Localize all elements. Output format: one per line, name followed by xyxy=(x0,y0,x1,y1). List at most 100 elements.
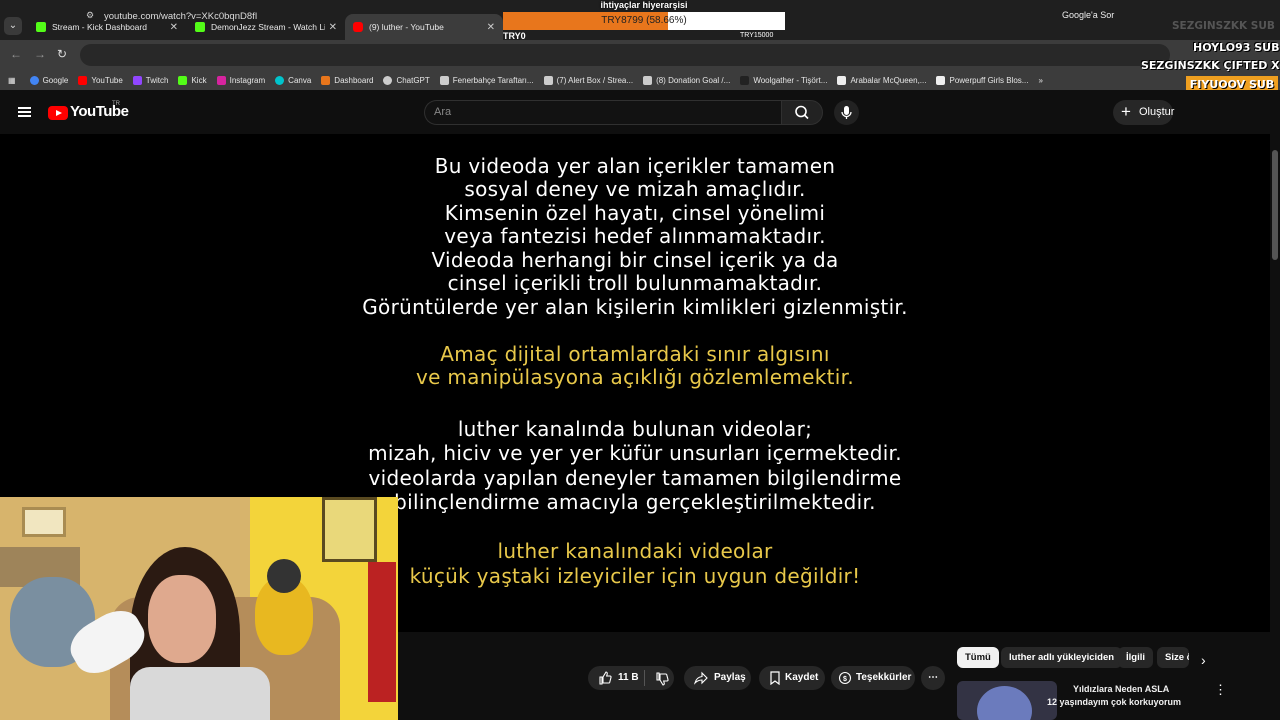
toolbar: ← → ↻ xyxy=(0,40,1280,70)
apps-icon[interactable]: ▦ xyxy=(8,76,16,85)
back-icon[interactable]: ← xyxy=(10,47,22,61)
site-info-icon[interactable]: ⚙ xyxy=(86,10,94,21)
search-button[interactable] xyxy=(781,100,823,125)
bookmark-kick[interactable]: Kick xyxy=(178,75,207,85)
tab-search-button[interactable]: ⌄ xyxy=(4,17,22,35)
svg-text:$: $ xyxy=(843,676,847,683)
streamlabs-icon xyxy=(643,75,653,85)
bookmark-powerpuff[interactable]: Powerpuff Girls Blos... xyxy=(936,75,1028,85)
bookmark-icon xyxy=(770,671,780,685)
goal-progress-bar: TRY8799 (58.66%) xyxy=(503,12,785,30)
chip-related[interactable]: İlgili xyxy=(1118,647,1153,668)
close-icon[interactable]: ✕ xyxy=(170,22,178,33)
menu-icon[interactable] xyxy=(18,107,31,117)
bookmark-fenerbahce[interactable]: Fenerbahçe Taraftarı... xyxy=(439,75,534,85)
country-code: TR xyxy=(112,101,120,107)
super-thanks-icon: $ xyxy=(838,671,852,685)
page-icon xyxy=(936,75,946,85)
recommended-title-line: Yıldızlara Neden ASLA xyxy=(1073,684,1170,694)
video-text-line: sosyal deney ve mizah amaçlıdır. xyxy=(464,177,806,201)
thanks-button[interactable]: $ Teşekkürler xyxy=(831,666,915,690)
tab-title: DemonJezz Stream - Watch Live xyxy=(211,22,325,32)
forward-icon[interactable]: → xyxy=(34,47,46,61)
video-text-line: ve manipülasyona açıklığı gözlemlemektir… xyxy=(416,365,854,389)
webcam-overlay xyxy=(0,497,398,720)
bookmark-arabalar[interactable]: Arabalar McQueen,... xyxy=(837,75,926,85)
overlay-chat-message: 12 yaşındayım çok korkuyorum xyxy=(1047,697,1182,707)
chip-for-you[interactable]: Size ö xyxy=(1157,647,1189,668)
bookmark-donation-goal[interactable]: (8) Donation Goal /... xyxy=(643,75,730,85)
like-count[interactable]: 11 B xyxy=(618,666,639,690)
bookmark-canva[interactable]: Canva xyxy=(275,75,311,85)
more-horizontal-icon: ⋯ xyxy=(928,672,938,683)
microphone-icon xyxy=(841,106,852,119)
chatgpt-icon xyxy=(383,75,393,85)
save-label: Kaydet xyxy=(785,672,819,683)
close-icon[interactable]: ✕ xyxy=(487,22,495,33)
more-actions-button[interactable]: ⋯ xyxy=(921,666,945,690)
bookmark-instagram[interactable]: Instagram xyxy=(216,75,265,85)
video-text-line: Amaç dijital ortamlardaki sınır algısını xyxy=(440,342,830,366)
overlay-sub-alert-faded: SEZGINSZKK SUB xyxy=(1172,20,1275,32)
recommended-video-thumbnail[interactable] xyxy=(957,681,1057,720)
tab-title: (9) luther - YouTube xyxy=(369,22,444,32)
woolgather-icon xyxy=(740,75,750,85)
video-text-line: Kimsenin özel hayatı, cinsel yönelimi xyxy=(444,201,826,225)
kick-icon xyxy=(36,22,46,32)
dashboard-icon xyxy=(321,75,331,85)
webcam-picture-frame xyxy=(22,507,66,537)
instagram-icon xyxy=(216,75,226,85)
more-vertical-icon[interactable]: ⋮ xyxy=(1214,682,1227,698)
chevron-right-icon[interactable]: › xyxy=(1201,652,1206,668)
youtube-logo-icon[interactable] xyxy=(48,106,68,120)
chip-from-uploader[interactable]: luther adlı yükleyiciden xyxy=(1001,647,1123,668)
dislike-icon[interactable] xyxy=(655,672,669,686)
goal-title: ihtiyaçlar hiyerarşisi xyxy=(600,0,688,10)
bookmark-chatgpt[interactable]: ChatGPT xyxy=(383,75,430,85)
chip-all[interactable]: Tümü xyxy=(957,647,999,668)
overlay-sub-alert: HOYLO93 SUB xyxy=(1193,41,1280,54)
share-icon xyxy=(694,671,708,685)
search-icon xyxy=(795,105,809,120)
divider xyxy=(644,670,645,686)
share-button[interactable]: Paylaş xyxy=(684,666,751,690)
voice-search-button[interactable] xyxy=(834,100,859,125)
bookmark-alert-box[interactable]: (7) Alert Box / Strea... xyxy=(543,75,633,85)
bookmark-dashboard[interactable]: Dashboard xyxy=(321,75,373,85)
save-button[interactable]: Kaydet xyxy=(759,666,825,690)
like-dislike-group: 11 B xyxy=(588,666,674,690)
webcam-penguin-toy xyxy=(255,559,313,655)
streamlabs-icon xyxy=(543,75,553,85)
twitch-icon xyxy=(132,75,142,85)
video-text-line: videolarda yapılan deneyler tamamen bilg… xyxy=(368,466,902,490)
reload-icon[interactable]: ↻ xyxy=(57,47,67,61)
address-bar[interactable] xyxy=(80,44,1170,66)
create-button[interactable]: Oluştur xyxy=(1113,99,1174,125)
goal-max-label: TRY15000 xyxy=(740,32,774,39)
video-text-line: cinsel içerikli troll bulunmamaktadır. xyxy=(447,271,823,295)
video-text-line: Bu videoda yer alan içerikler tamamen xyxy=(434,154,836,178)
webcam-person-face xyxy=(148,575,216,663)
bookmark-twitch[interactable]: Twitch xyxy=(132,75,168,85)
share-label: Paylaş xyxy=(714,672,746,683)
globe-icon xyxy=(439,75,449,85)
tab-youtube[interactable]: (9) luther - YouTube ✕ xyxy=(345,14,503,40)
video-text-line: Görüntülerde yer alan kişilerin kimlikle… xyxy=(362,295,908,319)
webcam-poster xyxy=(322,497,377,562)
google-sor-button[interactable]: Google'a Sor xyxy=(1062,10,1114,20)
close-icon[interactable]: ✕ xyxy=(329,22,337,33)
thumbnail-figure xyxy=(977,686,1032,720)
url-text[interactable]: youtube.com/watch?v=XKc0bqnD8fI xyxy=(104,11,257,22)
thanks-label: Teşekkürler xyxy=(856,672,912,683)
goal-progress-text: TRY8799 (58.66%) xyxy=(601,15,687,26)
recommended-video-title[interactable]: Yıldızlara Neden ASLA xyxy=(1073,683,1169,696)
search-input[interactable] xyxy=(434,102,754,122)
more-bookmarks-icon[interactable]: » xyxy=(1038,76,1042,85)
video-text-line: veya fantezisi hedef alınmamaktadır. xyxy=(444,224,826,248)
bookmarks-bar: ▦ Google YouTube Twitch Kick Instagram C… xyxy=(0,70,1280,90)
bookmark-youtube[interactable]: YouTube xyxy=(78,75,123,85)
bookmark-google[interactable]: Google xyxy=(29,75,68,85)
bookmark-woolgather[interactable]: Woolgather - Tişört... xyxy=(740,75,827,85)
like-icon[interactable] xyxy=(598,671,612,685)
scrollbar-thumb[interactable] xyxy=(1272,150,1278,260)
